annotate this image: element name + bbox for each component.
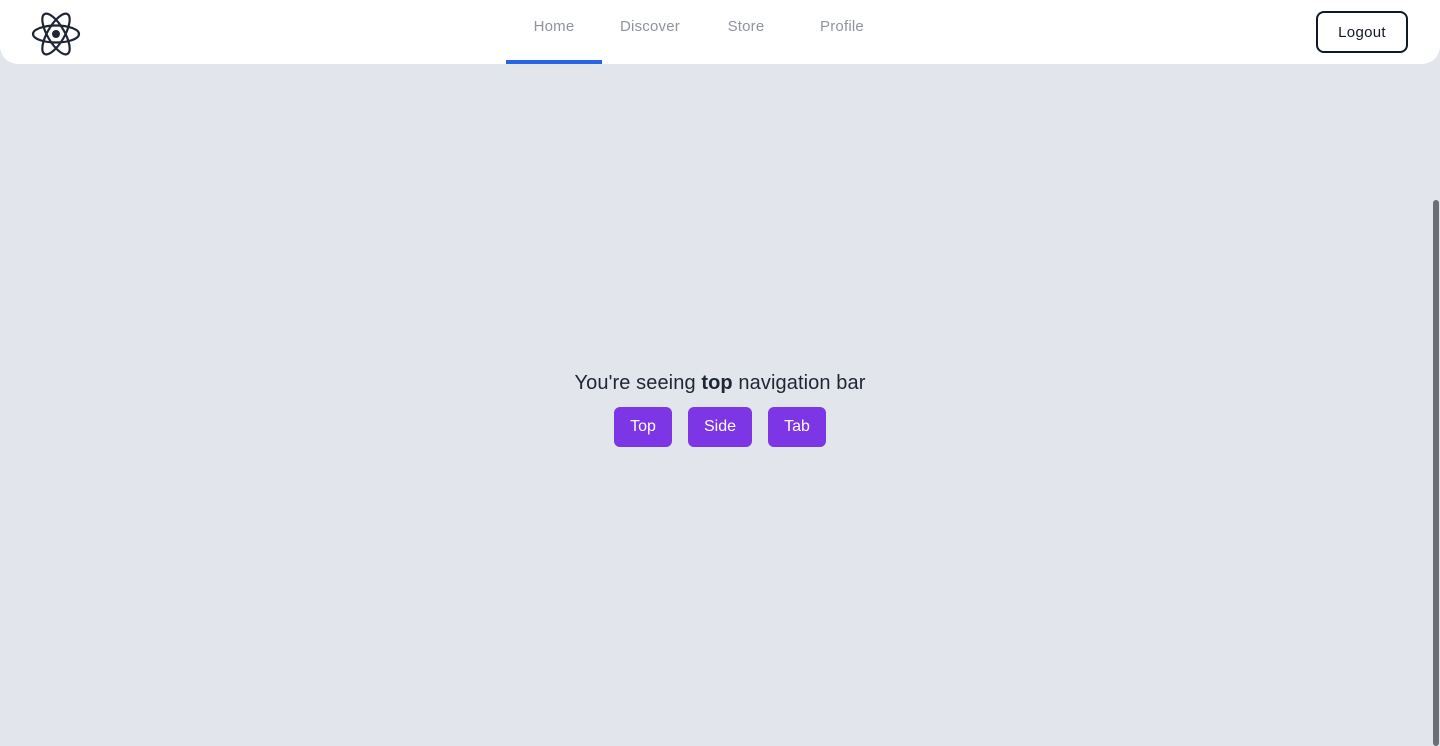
react-atom-icon[interactable]	[30, 10, 82, 58]
logout-button[interactable]: Logout	[1316, 11, 1408, 53]
message-prefix: You're seeing	[574, 372, 702, 394]
side-layout-button[interactable]: Side	[688, 407, 752, 447]
layout-switcher: Top Side Tab	[614, 407, 826, 447]
nav-discover[interactable]: Discover	[602, 0, 698, 64]
tab-layout-button[interactable]: Tab	[768, 407, 826, 447]
vertical-scrollbar[interactable]	[1431, 64, 1440, 746]
main-content: You're seeing top navigation bar	[0, 372, 1440, 395]
navigation-message: You're seeing top navigation bar	[0, 372, 1440, 395]
nav-home-label: Home	[533, 18, 575, 35]
main-nav: Home Discover Store Profile	[506, 0, 890, 64]
message-current-mode: top	[701, 372, 733, 394]
scrollbar-thumb[interactable]	[1433, 200, 1439, 746]
nav-store-label: Store	[727, 18, 765, 35]
nav-discover-label: Discover	[620, 18, 680, 35]
top-layout-button[interactable]: Top	[614, 407, 672, 447]
message-suffix: navigation bar	[732, 372, 866, 394]
active-tab-indicator	[506, 60, 602, 64]
top-navigation-bar: Home Discover Store Profile Logout	[0, 0, 1440, 64]
nav-profile[interactable]: Profile	[794, 0, 890, 64]
nav-home[interactable]: Home	[506, 0, 602, 64]
nav-profile-label: Profile	[820, 18, 864, 35]
nav-store[interactable]: Store	[698, 0, 794, 64]
